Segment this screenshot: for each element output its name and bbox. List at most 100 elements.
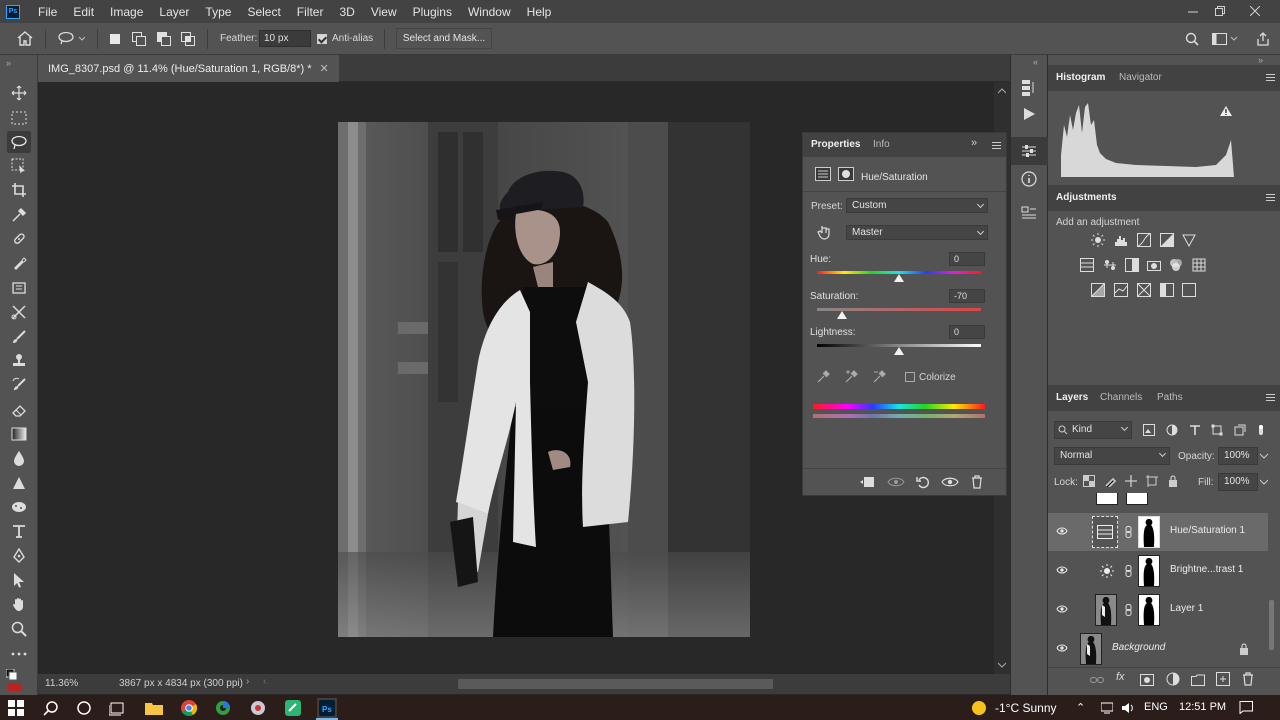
- brush-tool-secondary[interactable]: [7, 252, 31, 274]
- green-app-button[interactable]: [283, 698, 303, 718]
- hue-value-input[interactable]: [949, 252, 985, 266]
- color-lookup-icon[interactable]: [1192, 258, 1206, 272]
- eyedropper-subtract-button[interactable]: [873, 369, 887, 383]
- saturation-value-input[interactable]: [949, 289, 985, 303]
- layer-name[interactable]: Layer 1: [1170, 603, 1203, 614]
- home-button[interactable]: [17, 31, 33, 46]
- lock-position-icon[interactable]: [1124, 474, 1138, 488]
- antialias-checkbox[interactable]: [317, 34, 327, 44]
- color-balance-icon[interactable]: [1103, 258, 1117, 272]
- blur-tool[interactable]: [7, 447, 31, 469]
- filter-pixel-icon[interactable]: [1142, 423, 1156, 437]
- tray-chevron-icon[interactable]: ⌃: [1076, 701, 1085, 714]
- panel-menu-icon[interactable]: [992, 142, 1001, 149]
- hand-tool[interactable]: [7, 593, 31, 615]
- layer-row[interactable]: Background: [1048, 630, 1268, 668]
- share-button[interactable]: [1256, 32, 1270, 46]
- eyedropper-add-button[interactable]: [845, 369, 859, 383]
- search-button[interactable]: [1185, 32, 1199, 46]
- fx-icon[interactable]: fx: [1116, 671, 1125, 683]
- tab-histogram[interactable]: Histogram: [1056, 72, 1105, 83]
- histogram-menu-icon[interactable]: [1266, 74, 1275, 81]
- menu-layer[interactable]: Layer: [151, 5, 197, 19]
- photo-filter-icon[interactable]: [1147, 258, 1161, 272]
- intersect-selection-button[interactable]: [181, 32, 195, 46]
- cortana-button[interactable]: [74, 698, 94, 718]
- eraser-tool[interactable]: [7, 399, 31, 421]
- layers-scroll-thumb[interactable]: [1269, 600, 1274, 650]
- status-menu-arrow-icon[interactable]: ›: [246, 676, 249, 687]
- pattern-tool[interactable]: [7, 301, 31, 323]
- lasso-preset-picker[interactable]: [57, 31, 85, 45]
- filter-shape-icon[interactable]: [1210, 423, 1224, 437]
- restore-button[interactable]: [1205, 2, 1235, 20]
- menu-edit[interactable]: Edit: [65, 5, 102, 19]
- warning-icon[interactable]: [1219, 105, 1233, 117]
- marquee-tool[interactable]: [7, 107, 31, 129]
- zoom-level[interactable]: 11.36%: [45, 678, 78, 689]
- blend-mode-dropdown[interactable]: Normal: [1054, 447, 1170, 465]
- link-layers-icon[interactable]: [1090, 673, 1104, 687]
- eyedropper-button[interactable]: [817, 369, 831, 383]
- exposure-icon[interactable]: [1160, 233, 1174, 247]
- object-selection-tool[interactable]: [7, 155, 31, 177]
- link-icon[interactable]: [1125, 604, 1133, 616]
- targeted-adjustment-tool[interactable]: [817, 224, 831, 240]
- zoom-tool[interactable]: [7, 618, 31, 640]
- edge-button[interactable]: [213, 698, 233, 718]
- lasso-tool[interactable]: [7, 131, 31, 153]
- hue-saturation-icon[interactable]: [1080, 258, 1094, 272]
- feather-input[interactable]: [259, 30, 311, 47]
- photoshop-taskbar-button[interactable]: Ps: [317, 698, 337, 718]
- gradient-map-icon[interactable]: [1182, 283, 1196, 297]
- hue-slider-thumb[interactable]: [894, 274, 904, 282]
- document-tab[interactable]: IMG_8307.psd @ 11.4% (Hue/Saturation 1, …: [38, 55, 339, 82]
- search-button[interactable]: [41, 698, 61, 718]
- document-canvas-image[interactable]: [338, 122, 750, 637]
- menu-help[interactable]: Help: [519, 5, 560, 19]
- black-white-icon[interactable]: [1125, 258, 1139, 272]
- channel-mixer-icon[interactable]: [1169, 258, 1183, 272]
- layer-row[interactable]: Brightne...trast 1: [1048, 552, 1268, 590]
- collapse-strip-icon[interactable]: «: [1033, 57, 1038, 67]
- layer-row-partial[interactable]: [1048, 493, 1268, 511]
- eye-icon[interactable]: [1056, 565, 1068, 577]
- clone-stamp-tool[interactable]: [7, 350, 31, 372]
- posterize-icon[interactable]: [1114, 283, 1128, 297]
- task-view-button[interactable]: [107, 698, 127, 718]
- close-window-button[interactable]: [1240, 2, 1270, 20]
- eye-icon[interactable]: [1056, 643, 1068, 655]
- pen-tool[interactable]: [7, 545, 31, 567]
- delete-layer-icon[interactable]: [1241, 672, 1255, 686]
- vibrance-icon[interactable]: [1182, 233, 1196, 247]
- start-button[interactable]: [6, 698, 26, 718]
- volume-icon[interactable]: [1122, 702, 1134, 714]
- lock-transparent-icon[interactable]: [1082, 474, 1096, 488]
- collapse-tools-icon[interactable]: »: [6, 58, 11, 68]
- layer-filter-dropdown[interactable]: Kind: [1054, 421, 1132, 439]
- lock-artboard-icon[interactable]: [1145, 474, 1159, 488]
- menu-image[interactable]: Image: [102, 5, 151, 19]
- app-button[interactable]: [248, 698, 268, 718]
- scroll-up-icon[interactable]: [998, 88, 1006, 94]
- levels-icon[interactable]: [1114, 233, 1128, 247]
- eye-icon[interactable]: [1056, 526, 1068, 538]
- layer-name[interactable]: Background: [1112, 642, 1165, 653]
- new-adjustment-layer-icon[interactable]: [1166, 672, 1180, 686]
- view-previous-button[interactable]: [887, 476, 905, 488]
- notification-icon[interactable]: [1239, 701, 1253, 714]
- sponge-tool[interactable]: [7, 496, 31, 518]
- adjustments-menu-icon[interactable]: [1266, 194, 1275, 201]
- properties-panel-button[interactable]: [1021, 144, 1037, 158]
- history-brush-tool[interactable]: [7, 374, 31, 396]
- lock-all-icon[interactable]: [1166, 474, 1180, 488]
- weather-text[interactable]: -1°C Sunny: [995, 701, 1057, 715]
- layer-name[interactable]: Brightne...trast 1: [1170, 564, 1243, 575]
- scroll-left-icon[interactable]: ‹: [263, 676, 266, 687]
- brightness-contrast-icon[interactable]: [1091, 233, 1105, 247]
- move-tool[interactable]: [7, 82, 31, 104]
- opacity-chevron-icon[interactable]: [1260, 453, 1268, 459]
- filter-toggle-icon[interactable]: [1254, 423, 1268, 437]
- tab-info[interactable]: Info: [873, 139, 890, 150]
- network-icon[interactable]: [1101, 702, 1113, 714]
